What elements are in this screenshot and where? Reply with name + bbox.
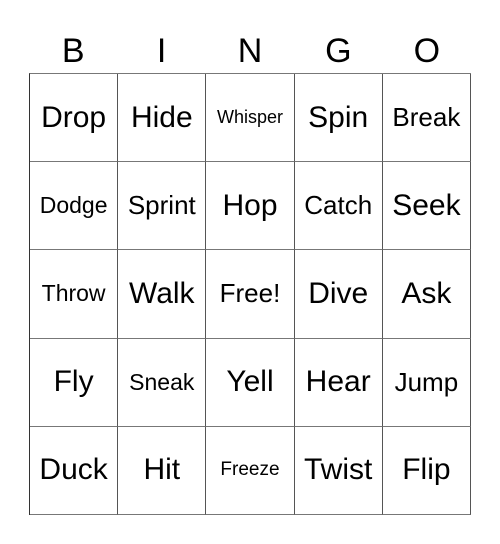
header-letter-i: I [156, 32, 167, 70]
bingo-cell[interactable]: Jump [382, 338, 471, 427]
bingo-cell[interactable]: Hide [118, 74, 207, 163]
bingo-cell[interactable]: Hear [294, 338, 383, 427]
bingo-cell[interactable]: Freeze [206, 426, 295, 515]
bingo-cell[interactable]: Twist [294, 426, 383, 515]
bingo-cell[interactable]: Dive [294, 250, 383, 339]
header-letter-n: N [237, 32, 263, 70]
bingo-cell[interactable]: Duck [30, 426, 119, 515]
bingo-cell[interactable]: Sneak [118, 338, 207, 427]
bingo-cell-free[interactable]: Free! [206, 250, 295, 339]
bingo-cell[interactable]: Ask [382, 250, 471, 339]
header-letter-o: O [413, 32, 441, 70]
header-letter-g: G [325, 32, 352, 70]
bingo-cell[interactable]: Walk [118, 250, 207, 339]
bingo-cell[interactable]: Sprint [118, 162, 207, 251]
bingo-cell[interactable]: Break [382, 74, 471, 163]
bingo-cell[interactable]: Spin [294, 74, 383, 163]
bingo-cell[interactable]: Hop [206, 162, 295, 251]
bingo-cell[interactable]: Hit [118, 426, 207, 515]
bingo-cell[interactable]: Throw [30, 250, 119, 339]
bingo-cell[interactable]: Flip [382, 426, 471, 515]
bingo-header: B I N G O [29, 30, 471, 73]
bingo-cell[interactable]: Drop [30, 74, 119, 163]
header-letter-b: B [61, 32, 85, 70]
bingo-cell[interactable]: Dodge [30, 162, 119, 251]
bingo-cell[interactable]: Seek [382, 162, 471, 251]
bingo-cell[interactable]: Fly [30, 338, 119, 427]
bingo-cell[interactable]: Catch [294, 162, 383, 251]
bingo-cell[interactable]: Whisper [206, 74, 295, 163]
bingo-grid: Drop Hide Whisper Spin Break Dodge Sprin… [29, 73, 471, 515]
bingo-cell[interactable]: Yell [206, 338, 295, 427]
